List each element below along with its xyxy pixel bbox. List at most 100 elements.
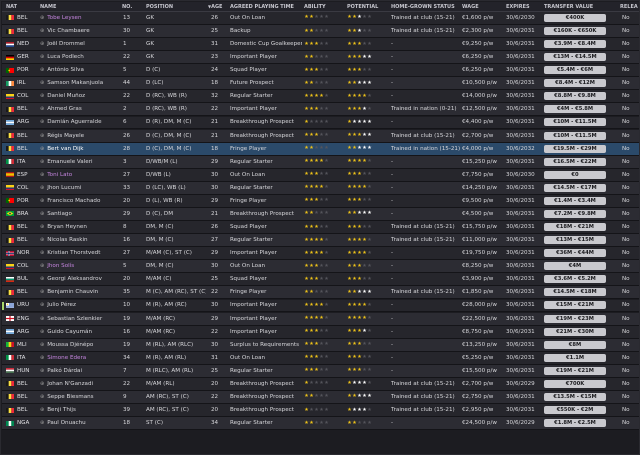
name-cell[interactable]: ⊕ Bryan Heynen (40, 221, 120, 233)
player-name[interactable]: Johan N'Ganzadi (47, 381, 93, 387)
name-cell[interactable]: ⊕ Daniel Muñoz (40, 90, 120, 102)
player-info-icon[interactable]: ⊕ (40, 250, 44, 256)
player-name[interactable]: Tobe Leysen (47, 15, 81, 21)
name-cell[interactable]: ⊕ Joël Drommel (40, 38, 120, 50)
name-cell[interactable]: ⊕ Luca Podlech (40, 51, 120, 63)
table-row[interactable]: NOR ⊕ Kristian Thorstvedt 27 M/AM (C), ST… (2, 247, 639, 261)
name-cell[interactable]: ⊕ Samson Makanjuola (40, 77, 120, 89)
player-info-icon[interactable]: ⊕ (40, 263, 44, 269)
player-name[interactable]: António Silva (47, 67, 84, 73)
player-name[interactable]: Luca Podlech (47, 54, 84, 60)
name-cell[interactable]: ⊕ Seppe Biesmans (40, 391, 120, 403)
table-row[interactable]: BEL ⊕ Bryan Heynen 8 DM, M (C) 26 Squad P… (2, 221, 639, 234)
player-info-icon[interactable]: ⊕ (40, 15, 44, 21)
table-row[interactable]: BEL ⊕ Régis Mayele 26 D (C), DM, M (C) 21… (2, 129, 639, 143)
name-cell[interactable]: ⊕ Guido Cayumán (40, 326, 120, 338)
player-name[interactable]: Julio Pérez (47, 302, 76, 308)
player-name[interactable]: Benjamin Chauvin (47, 289, 98, 295)
player-info-icon[interactable]: ⊕ (40, 67, 44, 73)
player-name[interactable]: Palkó Dárdai (47, 368, 82, 374)
column-header-nat[interactable]: NAT (6, 2, 36, 11)
table-row[interactable]: BEL ⊕ Benjamin Chauvin 35 M (C), AM (RC),… (2, 286, 639, 300)
player-info-icon[interactable]: ⊕ (40, 276, 44, 282)
table-row[interactable]: BEL ⊕ Bert van Dijk 28 D (C), DM, M (C) 1… (2, 142, 639, 156)
player-name[interactable]: Jhon Solís (47, 263, 74, 269)
table-row[interactable]: BRA ⊕ Santiago 29 D (C), DM 21 Breakthrou… (2, 208, 639, 221)
player-name[interactable]: Emanuele Valeri (47, 159, 92, 165)
table-row[interactable]: COL ⊕ Daniel Muñoz 22 D (RC), WB (R) 32 R… (2, 90, 639, 104)
table-row[interactable]: ITA ⊕ Emanuele Valeri 3 D/WB/M (L) 29 Reg… (2, 155, 639, 169)
table-row[interactable]: BEL ⊕ Seppe Biesmans 9 AM (RC), ST (C) 22… (2, 391, 639, 404)
table-row[interactable]: ARG ⊕ Guido Cayumán 16 M/AM (RC) 22 Impor… (2, 325, 639, 339)
name-cell[interactable]: ⊕ Benjamin Chauvin (40, 286, 120, 298)
name-cell[interactable]: ⊕ Santiago (40, 208, 120, 220)
player-info-icon[interactable]: ⊕ (40, 407, 44, 413)
table-row[interactable]: URU ⊕ Julio Pérez 10 M (R), AM (RC) 30 Im… (2, 299, 639, 313)
table-row[interactable]: POR ⊕ António Silva 5 D (C) 24 Squad Play… (2, 64, 639, 78)
name-cell[interactable]: ⊕ Damián Aguerralde (40, 117, 120, 129)
table-row[interactable]: ESP ⊕ Toni Lato 27 D/WB (L) 30 Out On Loa… (2, 168, 639, 182)
name-cell[interactable]: ⊕ Jhon Solís (40, 260, 120, 272)
column-header-no[interactable]: NO. (122, 2, 142, 11)
table-row[interactable]: IRL ⊕ Samson Makanjuola 44 D (LC) 18 Futu… (2, 77, 639, 91)
table-row[interactable]: BEL ⊕ Nicolas Raskin 16 DM, M (C) 27 Regu… (2, 234, 639, 248)
player-info-icon[interactable]: ⊕ (40, 28, 44, 34)
column-header-release[interactable]: RELEA (620, 2, 640, 11)
player-name[interactable]: Francisco Machado (47, 198, 100, 204)
table-row[interactable]: NGA ⊕ Paul Onuachu 18 ST (C) 34 Regular S… (2, 417, 639, 431)
table-row[interactable]: COL ⊕ Jhon Solís 5 DM, M (C) 30 Out On Lo… (2, 260, 639, 274)
player-name[interactable]: Seppe Biesmans (47, 394, 93, 400)
name-cell[interactable]: ⊕ Nicolas Raskin (40, 234, 120, 246)
column-header-ability[interactable]: ABILITY (304, 2, 344, 11)
table-row[interactable]: BEL ⊕ Johan N'Ganzadi 22 M/AM (RL) 20 Bre… (2, 377, 639, 391)
player-name[interactable]: Joël Drommel (47, 41, 85, 47)
player-info-icon[interactable]: ⊕ (40, 41, 44, 47)
name-cell[interactable]: ⊕ Francisco Machado (40, 195, 120, 207)
table-row[interactable]: POR ⊕ Francisco Machado 20 D (L), WB (R) … (2, 194, 639, 208)
table-row[interactable]: BUL ⊕ Georgi Aleksandrov 20 M/AM (C) 25 S… (2, 273, 639, 287)
name-cell[interactable]: ⊕ Sebastian Szlenkier (40, 313, 120, 325)
table-row[interactable]: HUN ⊕ Palkó Dárdai 7 M (RLC), AM (RL) 25 … (2, 364, 639, 378)
player-info-icon[interactable]: ⊕ (40, 316, 44, 322)
player-info-icon[interactable]: ⊕ (40, 119, 44, 125)
table-row[interactable]: GER ⊕ Luca Podlech 22 GK 23 Important Pla… (2, 51, 639, 65)
player-info-icon[interactable]: ⊕ (40, 185, 44, 191)
player-name[interactable]: Kristian Thorstvedt (47, 250, 100, 256)
player-name[interactable]: Santiago (47, 211, 72, 217)
name-cell[interactable]: ⊕ Georgi Aleksandrov (40, 273, 120, 285)
table-row[interactable]: MLI ⊕ Moussa Djénépo 19 M (RL), AM (RLC) … (2, 338, 639, 352)
player-info-icon[interactable]: ⊕ (40, 159, 44, 165)
name-cell[interactable]: ⊕ Ahmed Gras (40, 103, 120, 115)
player-info-icon[interactable]: ⊕ (40, 54, 44, 60)
player-info-icon[interactable]: ⊕ (40, 368, 44, 374)
player-info-icon[interactable]: ⊕ (40, 146, 44, 152)
column-header-position[interactable]: POSITION (146, 2, 206, 11)
player-name[interactable]: Samson Makanjuola (47, 80, 103, 86)
player-name[interactable]: Ahmed Gras (47, 106, 82, 112)
name-cell[interactable]: ⊕ Palkó Dárdai (40, 365, 120, 377)
player-info-icon[interactable]: ⊕ (40, 289, 44, 295)
player-info-icon[interactable]: ⊕ (40, 172, 44, 178)
player-name[interactable]: Vic Chambaere (47, 28, 89, 34)
player-name[interactable]: Georgi Aleksandrov (47, 276, 102, 282)
player-name[interactable]: Benji Thijs (47, 407, 76, 413)
player-name[interactable]: Toni Lato (47, 172, 72, 178)
player-info-icon[interactable]: ⊕ (40, 394, 44, 400)
name-cell[interactable]: ⊕ Régis Mayele (40, 130, 120, 142)
player-name[interactable]: Bryan Heynen (47, 224, 87, 230)
name-cell[interactable]: ⊕ Jhon Lucumi (40, 182, 120, 194)
player-name[interactable]: Paul Onuachu (47, 420, 86, 426)
name-cell[interactable]: ⊕ Vic Chambaere (40, 25, 120, 37)
name-cell[interactable]: ⊕ Emanuele Valeri (40, 156, 120, 168)
player-name[interactable]: Régis Mayele (47, 133, 84, 139)
player-info-icon[interactable]: ⊕ (40, 80, 44, 86)
player-info-icon[interactable]: ⊕ (40, 211, 44, 217)
name-cell[interactable]: ⊕ Paul Onuachu (40, 417, 120, 429)
player-info-icon[interactable]: ⊕ (40, 133, 44, 139)
player-info-icon[interactable]: ⊕ (40, 355, 44, 361)
player-name[interactable]: Nicolas Raskin (47, 237, 87, 243)
table-row[interactable]: ITA ⊕ Simone Edera 34 M (R), AM (RL) 31 O… (2, 351, 639, 365)
player-info-icon[interactable]: ⊕ (40, 420, 44, 426)
name-cell[interactable]: ⊕ Kristian Thorstvedt (40, 247, 120, 259)
player-info-icon[interactable]: ⊕ (40, 224, 44, 230)
